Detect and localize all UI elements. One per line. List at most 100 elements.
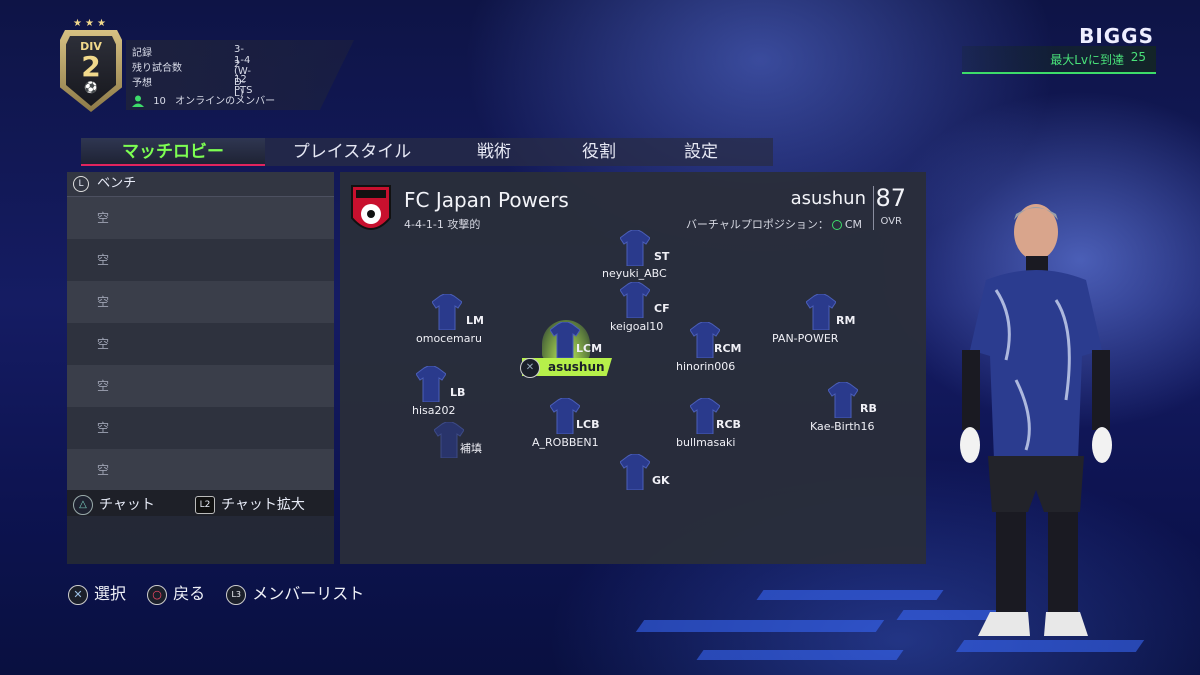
back-label: 戻る xyxy=(173,584,206,603)
division-number: 2 xyxy=(81,50,101,83)
stat-label: 記録 xyxy=(132,48,152,59)
bench-slot[interactable]: 空 xyxy=(67,281,334,323)
bench-slot[interactable]: 空 xyxy=(67,197,334,239)
player-name: neyuki_ABC xyxy=(602,267,667,280)
triangle-button-icon: △ xyxy=(73,495,93,515)
club-crest-icon xyxy=(351,185,391,230)
player-name: Kae-Birth16 xyxy=(810,420,875,433)
player-slot-lb[interactable]: LB hisa202 xyxy=(412,366,532,426)
bench-slots: 空 空 空 空 空 空 空 xyxy=(67,197,334,491)
player-name: hinorin006 xyxy=(676,360,736,373)
l3-button-icon: L3 xyxy=(226,584,247,605)
division-badge: ★★★ DIV 2 ⚽ xyxy=(58,18,124,114)
status-dot-icon xyxy=(831,220,842,230)
tab-settings[interactable]: 設定 xyxy=(649,138,753,166)
club-name: FC Japan Powers xyxy=(404,188,569,212)
player-name: omocemaru xyxy=(416,332,482,345)
profile-name: BIGGS xyxy=(1079,24,1154,48)
tab-tactics[interactable]: 戦術 xyxy=(439,138,549,166)
player-model xyxy=(960,204,1112,636)
jersey-icon xyxy=(416,366,446,402)
stat-label: 残り試合数 xyxy=(132,63,182,74)
jersey-icon xyxy=(828,382,858,418)
jersey-icon xyxy=(432,294,462,330)
level-bar: 最大Lvに到達 25 xyxy=(962,46,1156,74)
divider xyxy=(873,186,874,230)
player-slot-st[interactable]: ST neyuki_ABC xyxy=(602,230,722,290)
player-name: hisa202 xyxy=(412,404,456,417)
online-label: オンラインのメンバー xyxy=(175,96,276,107)
player-name: PAN-POWER xyxy=(772,332,839,345)
jersey-icon xyxy=(620,230,650,266)
player-slot-rcb[interactable]: RCB bullmasaki xyxy=(674,398,794,458)
jersey-icon xyxy=(620,282,650,318)
formation-label: 4-4-1-1 攻撃的 xyxy=(404,218,481,231)
position-label: ST xyxy=(654,250,670,263)
virtual-pro-pos: CM xyxy=(844,218,862,231)
position-label: LCM xyxy=(576,342,603,355)
level-number: 25 xyxy=(1130,50,1146,64)
l-button-icon: L xyxy=(73,175,89,192)
player-name: A_ROBBEN1 xyxy=(532,436,599,449)
bench-header: L ベンチ xyxy=(67,172,334,197)
bench-slot[interactable]: 空 xyxy=(67,449,334,491)
tab-playstyle[interactable]: プレイスタイル xyxy=(265,138,439,166)
formation-panel: FC Japan Powers 4-4-1-1 攻撃的 asushun 87 O… xyxy=(340,172,926,564)
stat-row: 残り試合数 2 xyxy=(132,59,240,74)
player-slot-lcb[interactable]: LCB A_ROBBEN1 xyxy=(532,398,652,458)
bench-title: ベンチ xyxy=(97,176,137,191)
season-stats-panel: 記録 3-1-4 (W-D-L) 残り試合数 2 予想 12 PTS 10 オン… xyxy=(126,40,354,110)
chat-expand-button[interactable]: L2 チャット拡大 xyxy=(195,494,305,514)
tab-roles[interactable]: 役割 xyxy=(549,138,649,166)
ovr-value: 87 xyxy=(875,184,906,212)
online-members: 10 オンラインのメンバー xyxy=(132,92,275,107)
chat-label: チャット xyxy=(99,497,155,513)
bench-slot[interactable]: 空 xyxy=(67,239,334,281)
person-icon xyxy=(132,95,144,107)
bottom-controls: ✕ 選択 ○ 戻る L3 メンバーリスト xyxy=(68,580,380,605)
chat-bar: △ チャット L2 チャット拡大 xyxy=(67,490,334,516)
position-label: CF xyxy=(654,302,670,315)
position-label: LB xyxy=(450,386,466,399)
user-name: asushun xyxy=(790,188,866,209)
cross-button-icon: ✕ xyxy=(520,358,540,378)
jersey-icon xyxy=(806,294,836,330)
tab-bar: マッチロビー プレイスタイル 戦術 役割 設定 xyxy=(81,138,773,166)
position-label: GK xyxy=(652,474,670,487)
tab-match-lobby[interactable]: マッチロビー xyxy=(81,138,265,166)
online-count: 10 xyxy=(153,96,166,107)
chat-button[interactable]: △ チャット xyxy=(73,494,155,515)
select-label: 選択 xyxy=(94,584,127,603)
level-text: 最大Lvに到達 xyxy=(1050,53,1124,67)
member-list-button[interactable]: L3 メンバーリスト xyxy=(226,580,364,605)
jersey-icon xyxy=(620,454,650,490)
stat-row: 予想 12 PTS xyxy=(132,74,253,96)
player-slot-gk[interactable]: GK xyxy=(612,454,732,514)
ovr-label: OVR xyxy=(880,216,902,227)
star-icons: ★★★ xyxy=(73,18,109,29)
position-label: RB xyxy=(860,402,877,415)
position-label: LCB xyxy=(576,418,600,431)
floor-stripe xyxy=(635,620,885,632)
player-slot-rb[interactable]: RB Kae-Birth16 xyxy=(808,382,928,442)
player-slot-rm[interactable]: RM PAN-POWER xyxy=(772,294,892,354)
member-list-label: メンバーリスト xyxy=(252,584,365,603)
back-button[interactable]: ○ 戻る xyxy=(147,580,205,605)
floor-stripe xyxy=(756,590,944,600)
cross-button-icon: ✕ xyxy=(68,584,88,605)
stat-row: 記録 3-1-4 (W-D-L) xyxy=(132,44,251,99)
chat-expand-label: チャット拡大 xyxy=(221,497,305,513)
stat-value: 2 xyxy=(234,59,241,70)
bench-slot[interactable]: 空 xyxy=(67,365,334,407)
stat-label: 予想 xyxy=(132,78,152,89)
player-name: bullmasaki xyxy=(676,436,736,449)
position-label: LM xyxy=(466,314,484,327)
floor-stripe xyxy=(696,650,904,660)
bench-slot[interactable]: 空 xyxy=(67,407,334,449)
player-slot-lm[interactable]: LM omocemaru xyxy=(416,294,536,354)
position-label: RM xyxy=(836,314,856,327)
position-label: RCM xyxy=(714,342,742,355)
select-button[interactable]: ✕ 選択 xyxy=(68,580,126,605)
bench-slot[interactable]: 空 xyxy=(67,323,334,365)
position-label: RCB xyxy=(716,418,741,431)
